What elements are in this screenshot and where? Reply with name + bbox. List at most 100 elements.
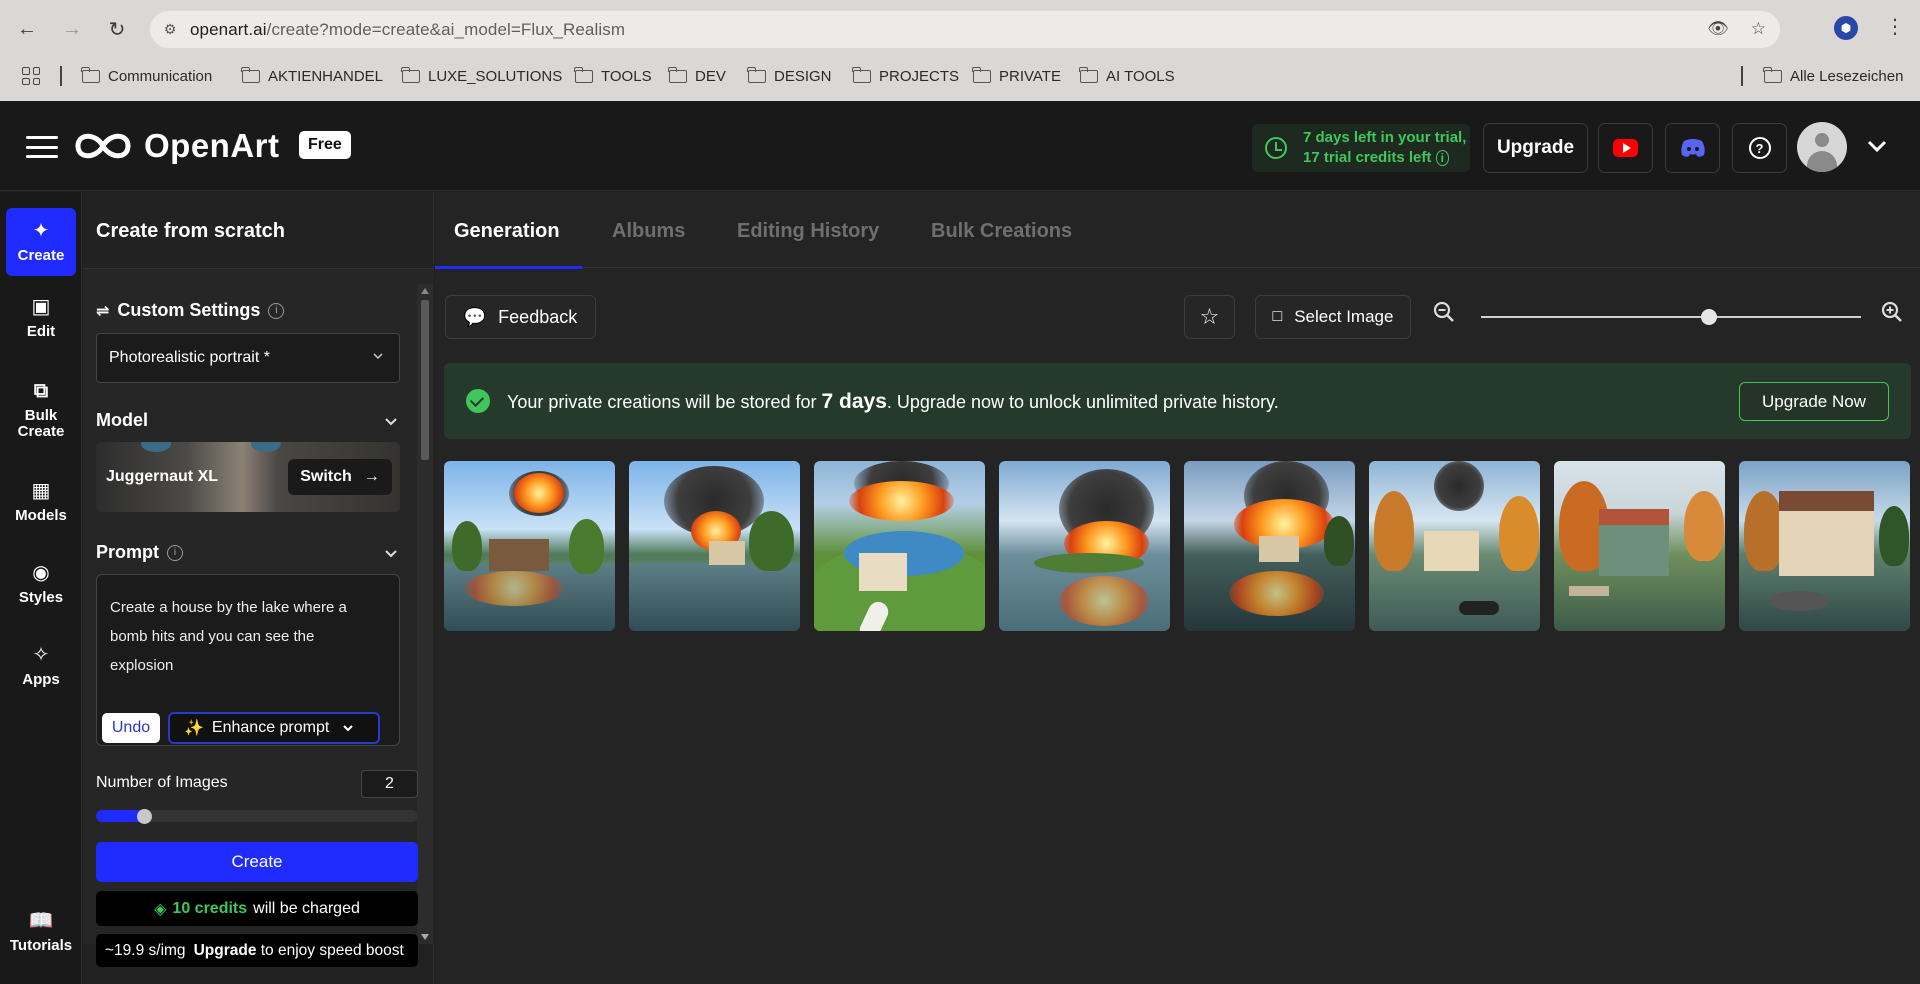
avatar[interactable] — [1797, 122, 1847, 172]
generated-image[interactable] — [1739, 461, 1910, 631]
bookmark-ai-tools[interactable]: AI TOOLS — [1079, 64, 1175, 88]
settings-scrollbar[interactable] — [417, 284, 433, 944]
bookmark-label: AKTIENHANDEL — [268, 67, 384, 85]
folder-icon — [747, 66, 766, 83]
chevron-down-icon[interactable] — [383, 414, 399, 430]
prompt-text: Create a house by the lake where a bomb … — [110, 599, 347, 674]
bookmark-label: DEV — [695, 67, 726, 85]
reload-icon[interactable]: ↻ — [102, 14, 132, 44]
hamburger-menu-icon[interactable] — [26, 136, 58, 158]
upgrade-button[interactable]: Upgrade — [1483, 123, 1588, 173]
bookmark-design[interactable]: DESIGN — [747, 64, 832, 88]
rail-item-apps[interactable]: ✧ Apps — [6, 644, 76, 688]
info-icon[interactable]: i — [268, 302, 285, 319]
rail-item-bulk-create[interactable]: ⧉ Bulk Create — [6, 380, 76, 440]
zoom-in-icon[interactable] — [1881, 301, 1903, 323]
chevron-down-icon — [373, 353, 383, 360]
favorites-button[interactable]: ☆ — [1184, 295, 1235, 339]
generated-image[interactable] — [629, 461, 800, 631]
chevron-down-icon[interactable] — [1866, 135, 1888, 157]
folder-icon — [972, 66, 991, 83]
model-heading[interactable]: Model — [96, 410, 148, 431]
bookmark-dev[interactable]: DEV — [668, 64, 726, 88]
create-button[interactable]: Create — [96, 842, 418, 882]
help-button[interactable]: ? — [1732, 123, 1787, 173]
bookmark-projects[interactable]: PROJECTS — [852, 64, 959, 88]
model-card[interactable]: Juggernaut XL Switch → — [96, 442, 400, 512]
zoom-slider-handle[interactable] — [1701, 309, 1717, 325]
forward-icon[interactable]: → — [57, 14, 87, 44]
feedback-button[interactable]: 💬 Feedback — [445, 295, 596, 339]
generated-image[interactable] — [444, 461, 615, 631]
zoom-out-icon[interactable] — [1433, 301, 1455, 323]
bookmark-private[interactable]: PRIVATE — [972, 64, 1061, 88]
scroll-down-icon[interactable] — [421, 934, 429, 940]
generated-image[interactable] — [1554, 461, 1725, 631]
prompt-heading[interactable]: Prompt i — [96, 542, 183, 563]
slider-handle[interactable] — [136, 809, 152, 824]
num-images-input[interactable]: 2 — [361, 770, 418, 798]
bookmark-label: LUXE_SOLUTIONS — [428, 67, 563, 85]
info-icon[interactable]: i — [167, 544, 183, 561]
apps-grid-icon[interactable] — [22, 67, 40, 85]
rail-label: Apps — [22, 671, 60, 688]
bookmark-all[interactable]: Alle Lesezeichen — [1763, 64, 1903, 88]
bookmark-aktienhandel[interactable]: AKTIENHANDEL — [241, 64, 384, 88]
bookmark-communication[interactable]: Communication — [81, 64, 212, 88]
eye-off-icon[interactable]: 👁 — [1707, 19, 1729, 39]
scrollbar-thumb[interactable] — [421, 300, 429, 460]
chevron-down-icon[interactable] — [383, 546, 399, 562]
book-icon: 📖 — [28, 910, 54, 932]
rail-item-create[interactable]: ✦ Create — [6, 208, 76, 276]
tab-editing-history[interactable]: Editing History — [737, 220, 879, 243]
bookmarks-bar: Communication AKTIENHANDEL LUXE_SOLUTION… — [0, 60, 1920, 92]
num-images-label: Number of Images — [96, 774, 228, 791]
panel-title: Create from scratch — [96, 220, 285, 242]
generated-image[interactable] — [1369, 461, 1540, 631]
credits-value: 10 credits — [172, 899, 248, 917]
speed-value: ~19.9 s/img — [105, 941, 186, 959]
rail-item-models[interactable]: ▦ Models — [6, 480, 76, 524]
generated-image[interactable] — [814, 461, 985, 631]
preset-select[interactable]: Photorealistic portrait * — [96, 333, 400, 383]
trial-line-1: 7 days left in your trial, — [1303, 129, 1467, 146]
generated-image[interactable] — [999, 461, 1170, 631]
back-icon[interactable]: ← — [12, 14, 42, 44]
custom-settings-heading: ⇌ Custom Settings i — [96, 300, 285, 321]
bookmark-luxe-solutions[interactable]: LUXE_SOLUTIONS — [401, 64, 563, 88]
apps-sparkle-icon: ✧ — [32, 644, 50, 666]
speed-text: Upgrade to enjoy speed boost — [194, 942, 404, 960]
enhance-prompt-button[interactable]: ✨ Enhance prompt — [168, 712, 380, 744]
zoom-slider-track[interactable] — [1481, 316, 1861, 318]
banner-post: . Upgrade now to unlock unlimited privat… — [886, 392, 1279, 412]
upgrade-now-button[interactable]: Upgrade Now — [1739, 382, 1889, 421]
discord-button[interactable] — [1665, 123, 1720, 173]
switch-model-button[interactable]: Switch → — [288, 459, 392, 495]
browser-menu-icon[interactable]: ⋮ — [1885, 14, 1905, 39]
site-settings-icon[interactable]: ⚙ — [150, 21, 190, 38]
tab-albums[interactable]: Albums — [612, 220, 685, 243]
star-icon[interactable]: ☆ — [1751, 19, 1766, 39]
rail-item-edit[interactable]: ▣ Edit — [6, 296, 76, 340]
select-image-button[interactable]: □ Select Image — [1255, 295, 1411, 339]
rail-label: Edit — [26, 323, 56, 340]
speed-upgrade-link[interactable]: Upgrade — [194, 942, 257, 959]
tab-generation[interactable]: Generation — [454, 220, 560, 243]
folder-icon — [574, 66, 593, 83]
extension-icon[interactable]: ⬢ — [1834, 16, 1858, 40]
preset-value: Photorealistic portrait * — [109, 349, 270, 366]
openart-logo[interactable]: OpenArt — [72, 125, 280, 167]
banner-days: 7 days — [821, 390, 887, 413]
chevron-down-icon — [343, 725, 354, 732]
rail-item-tutorials[interactable]: 📖 Tutorials — [6, 910, 76, 954]
generated-image[interactable] — [1184, 461, 1355, 631]
tab-bulk-creations[interactable]: Bulk Creations — [931, 220, 1072, 243]
trial-status[interactable]: 7 days left in your trial, 17 trial cred… — [1252, 124, 1470, 172]
scroll-up-icon[interactable] — [421, 288, 429, 294]
bookmark-tools[interactable]: TOOLS — [574, 64, 652, 88]
undo-button[interactable]: Undo — [102, 713, 160, 743]
rail-item-styles[interactable]: ◉ Styles — [6, 562, 76, 606]
address-bar[interactable]: ⚙ openart.ai/create?mode=create&ai_model… — [150, 11, 1780, 48]
youtube-button[interactable] — [1598, 123, 1653, 173]
tab-bar: Generation Albums Editing History Bulk C… — [435, 192, 1920, 269]
